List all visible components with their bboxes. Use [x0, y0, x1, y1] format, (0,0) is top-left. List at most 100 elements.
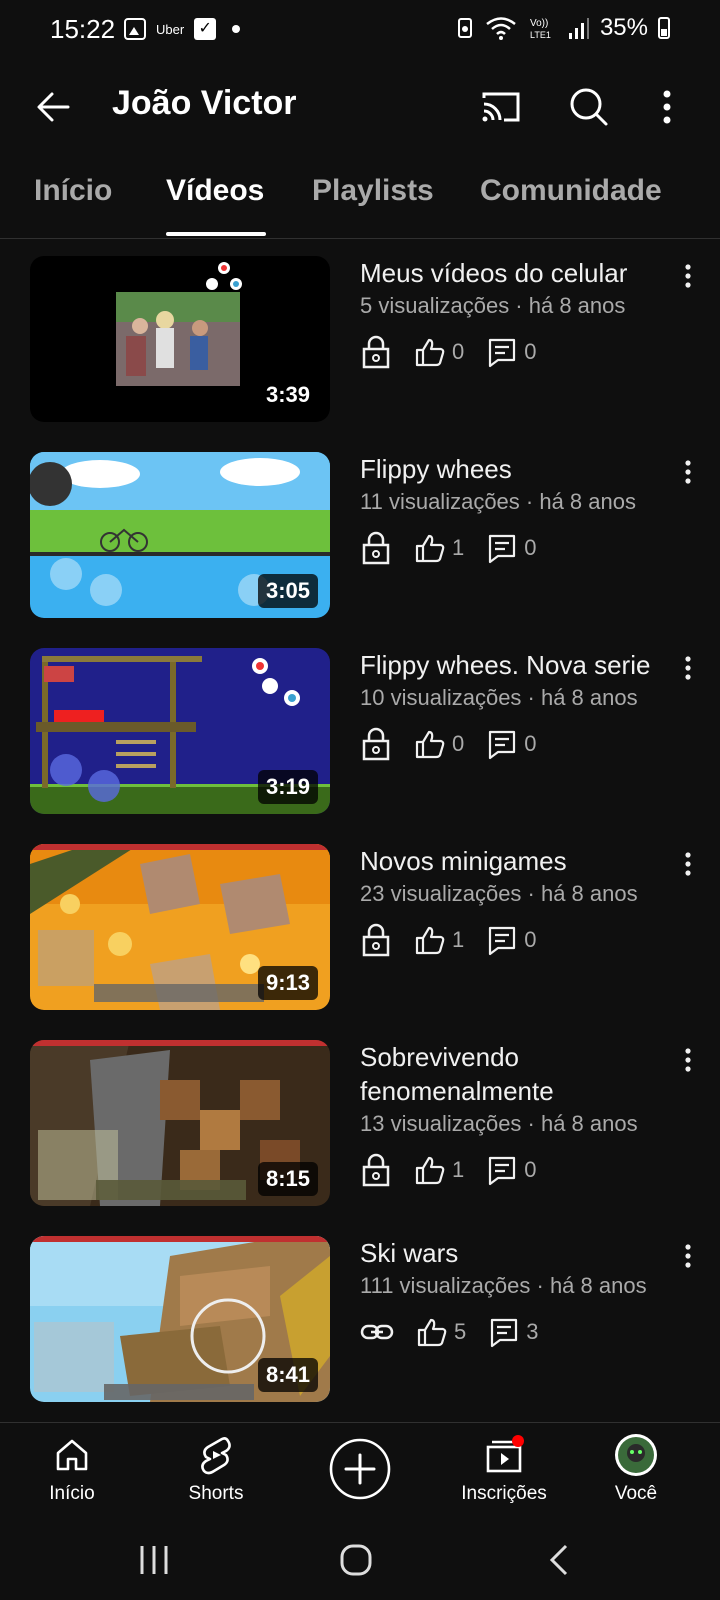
video-more-button[interactable]: [678, 654, 698, 682]
svg-text:LTE1: LTE1: [530, 30, 551, 40]
tab-comunidade[interactable]: Comunidade: [480, 174, 662, 208]
bottom-navigation: Início Shorts Inscrições Você: [0, 1422, 720, 1523]
comment-icon: [489, 534, 516, 564]
video-thumbnail[interactable]: 3:39: [30, 256, 330, 422]
more-vert-icon: [685, 1048, 691, 1072]
volte-icon: Vo)) LTE1: [530, 18, 551, 40]
tab-videos[interactable]: Vídeos: [166, 174, 264, 208]
comments-count: 0: [524, 927, 537, 952]
video-more-button[interactable]: [678, 850, 698, 878]
nav-item-inscricoes[interactable]: Inscrições: [444, 1433, 564, 1505]
privacy-status: [360, 923, 392, 957]
active-tab-indicator: [166, 232, 266, 236]
video-duration: 9:13: [257, 966, 318, 1000]
video-thumbnail[interactable]: 3:05: [30, 452, 330, 618]
thumbs-up-icon: [415, 926, 445, 955]
privacy-status: [360, 1315, 394, 1349]
video-meta: 10 visualizações · há 8 anos: [360, 685, 638, 710]
video-info: Sobrevivendo fenomenalmente 13 visualiza…: [360, 1040, 670, 1188]
privacy-status: [360, 531, 392, 565]
video-title[interactable]: Novos minigames: [360, 844, 670, 878]
video-more-button[interactable]: [678, 1046, 698, 1074]
search-button[interactable]: [564, 82, 614, 132]
lock-icon: [362, 923, 390, 957]
comments-count: 0: [524, 1157, 537, 1182]
video-item[interactable]: 8:41 Ski wars 111 visualizações · há 8 a…: [0, 1236, 720, 1406]
likes-count: 5: [454, 1319, 467, 1344]
video-item[interactable]: 3:19 Flippy whees. Nova serie 10 visuali…: [0, 648, 720, 818]
comments-count: 3: [526, 1319, 539, 1344]
battery-icon: [658, 17, 670, 39]
likes-count: 0: [452, 339, 465, 364]
nav-item-voce[interactable]: Você: [576, 1433, 696, 1505]
video-meta: 111 visualizações · há 8 anos: [360, 1273, 647, 1298]
video-more-button[interactable]: [678, 458, 698, 486]
video-thumbnail[interactable]: 3:19: [30, 648, 330, 814]
lock-icon: [362, 727, 390, 761]
notification-icons: Uber ✓: [124, 18, 241, 40]
likes-count: 0: [452, 731, 465, 756]
video-meta: 5 visualizações · há 8 anos: [360, 293, 626, 318]
cast-icon: [482, 92, 520, 122]
nav-label: Inscrições: [461, 1483, 547, 1504]
video-duration: 3:19: [257, 770, 318, 804]
tab-inicio[interactable]: Início: [34, 174, 112, 208]
nav-item-inicio[interactable]: Início: [12, 1433, 132, 1505]
video-item[interactable]: 9:13 Novos minigames 23 visualizações · …: [0, 844, 720, 1014]
lock-icon: [362, 531, 390, 565]
video-stats: 1 0: [360, 1152, 670, 1188]
video-title[interactable]: Flippy whees. Nova serie: [360, 648, 670, 682]
system-back-button[interactable]: [540, 1540, 580, 1580]
comment-icon: [491, 1318, 518, 1348]
status-time: 15:22: [50, 14, 116, 44]
search-icon: [570, 88, 608, 126]
system-status-icons: Vo)) LTE1 35%: [456, 14, 670, 42]
video-meta: 13 visualizações · há 8 anos: [360, 1111, 638, 1136]
video-meta: 23 visualizações · há 8 anos: [360, 881, 638, 906]
video-thumbnail[interactable]: 8:41: [30, 1236, 330, 1402]
comments-stat: 0: [486, 532, 537, 564]
video-thumbnail[interactable]: 9:13: [30, 844, 330, 1010]
channel-title: João Victor: [112, 84, 297, 122]
video-more-button[interactable]: [678, 262, 698, 290]
video-title[interactable]: Ski wars: [360, 1236, 670, 1270]
more-vert-icon: [685, 1244, 691, 1268]
video-info: Flippy whees. Nova serie 10 visualizaçõe…: [360, 648, 670, 762]
video-stats: 1 0: [360, 530, 670, 566]
recent-apps-button[interactable]: [134, 1540, 174, 1580]
data-saver-icon: [457, 18, 472, 38]
subscriptions-icon: [486, 1435, 524, 1473]
video-more-button[interactable]: [678, 1242, 698, 1270]
video-thumbnail[interactable]: 8:15: [30, 1040, 330, 1206]
create-button[interactable]: [300, 1437, 420, 1501]
system-navigation-bar: [0, 1522, 720, 1600]
video-item[interactable]: 3:05 Flippy whees 11 visualizações · há …: [0, 452, 720, 622]
nav-item-shorts[interactable]: Shorts: [156, 1433, 276, 1505]
likes-count: 1: [452, 535, 465, 560]
home-button[interactable]: [336, 1540, 376, 1580]
video-duration: 3:39: [257, 378, 318, 412]
gallery-notification-icon: [124, 18, 146, 40]
video-title[interactable]: Meus vídeos do celular: [360, 256, 670, 290]
cast-button[interactable]: [476, 82, 526, 132]
video-item[interactable]: 8:15 Sobrevivendo fenomenalmente 13 visu…: [0, 1040, 720, 1210]
video-title[interactable]: Flippy whees: [360, 452, 670, 486]
video-info: Meus vídeos do celular 5 visualizações ·…: [360, 256, 670, 370]
video-item[interactable]: 3:39 Meus vídeos do celular 5 visualizaç…: [0, 256, 720, 426]
svg-text:Vo)): Vo)): [530, 18, 548, 29]
video-stats: 5 3: [360, 1314, 670, 1350]
comments-count: 0: [524, 339, 537, 364]
status-bar: 15:22 Uber ✓ Vo)) LTE1 35%: [0, 0, 720, 64]
create-icon: [329, 1438, 391, 1500]
likes-stat: 1: [414, 532, 464, 564]
lock-icon: [362, 335, 390, 369]
tab-playlists[interactable]: Playlists: [312, 174, 434, 208]
more-options-button[interactable]: [642, 82, 692, 132]
comments-stat: 3: [488, 1316, 539, 1348]
video-title[interactable]: Sobrevivendo fenomenalmente: [360, 1040, 670, 1108]
back-button[interactable]: [30, 82, 80, 132]
video-stats: 0 0: [360, 334, 670, 370]
thumbs-up-icon: [415, 338, 445, 367]
comments-count: 0: [524, 731, 537, 756]
more-vert-icon: [685, 852, 691, 876]
